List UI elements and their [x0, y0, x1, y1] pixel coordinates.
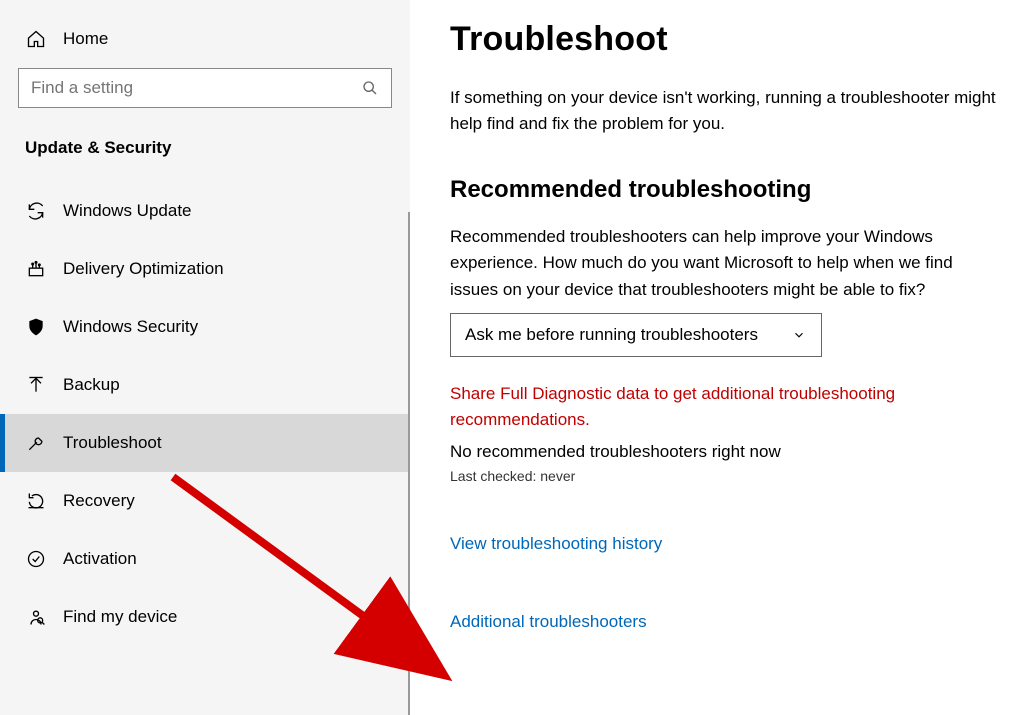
recommended-heading: Recommended troubleshooting — [450, 176, 996, 204]
dropdown-value: Ask me before running troubleshooters — [465, 325, 791, 345]
page-title: Troubleshoot — [450, 20, 996, 59]
sidebar-item-recovery[interactable]: Recovery — [0, 472, 410, 530]
nav-list: Windows Update Delivery Optimization — [0, 182, 410, 646]
view-history-link[interactable]: View troubleshooting history — [450, 534, 996, 554]
sidebar-item-backup[interactable]: Backup — [0, 356, 410, 414]
find-device-icon — [25, 606, 47, 628]
home-label: Home — [63, 29, 108, 49]
shield-icon — [25, 316, 47, 338]
diagnostic-warning: Share Full Diagnostic data to get additi… — [450, 381, 996, 432]
section-title: Update & Security — [0, 128, 410, 182]
sidebar-item-troubleshoot[interactable]: Troubleshoot — [0, 414, 410, 472]
sidebar-item-label: Windows Update — [63, 201, 192, 221]
sidebar-item-delivery[interactable]: Delivery Optimization — [0, 240, 410, 298]
search-input[interactable] — [18, 68, 392, 108]
wrench-icon — [25, 432, 47, 454]
main-content: Troubleshoot If something on your device… — [410, 0, 1024, 715]
sidebar-item-label: Backup — [63, 375, 120, 395]
sync-icon — [25, 200, 47, 222]
sidebar-item-label: Recovery — [63, 491, 135, 511]
sidebar-item-label: Delivery Optimization — [63, 259, 224, 279]
search-field[interactable] — [31, 78, 361, 98]
check-circle-icon — [25, 548, 47, 570]
intro-text: If something on your device isn't workin… — [450, 85, 996, 136]
sidebar-item-label: Windows Security — [63, 317, 198, 337]
chevron-down-icon — [791, 327, 807, 343]
sidebar-item-find-device[interactable]: Find my device — [0, 588, 410, 646]
sidebar-item-label: Find my device — [63, 607, 177, 627]
status-text: No recommended troubleshooters right now — [450, 442, 996, 462]
home-icon — [25, 28, 47, 50]
sidebar-item-label: Activation — [63, 549, 137, 569]
recommended-paragraph: Recommended troubleshooters can help imp… — [450, 224, 996, 303]
home-nav[interactable]: Home — [0, 20, 410, 68]
additional-troubleshooters-link[interactable]: Additional troubleshooters — [450, 612, 996, 632]
sidebar-item-windows-update[interactable]: Windows Update — [0, 182, 410, 240]
troubleshoot-preference-dropdown[interactable]: Ask me before running troubleshooters — [450, 313, 822, 357]
delivery-icon — [25, 258, 47, 280]
recovery-icon — [25, 490, 47, 512]
settings-sidebar: Home Update & Security Windows Update — [0, 0, 410, 715]
sidebar-item-security[interactable]: Windows Security — [0, 298, 410, 356]
sidebar-item-label: Troubleshoot — [63, 433, 162, 453]
sidebar-item-activation[interactable]: Activation — [0, 530, 410, 588]
backup-icon — [25, 374, 47, 396]
last-checked: Last checked: never — [450, 468, 996, 484]
search-icon — [361, 79, 379, 97]
